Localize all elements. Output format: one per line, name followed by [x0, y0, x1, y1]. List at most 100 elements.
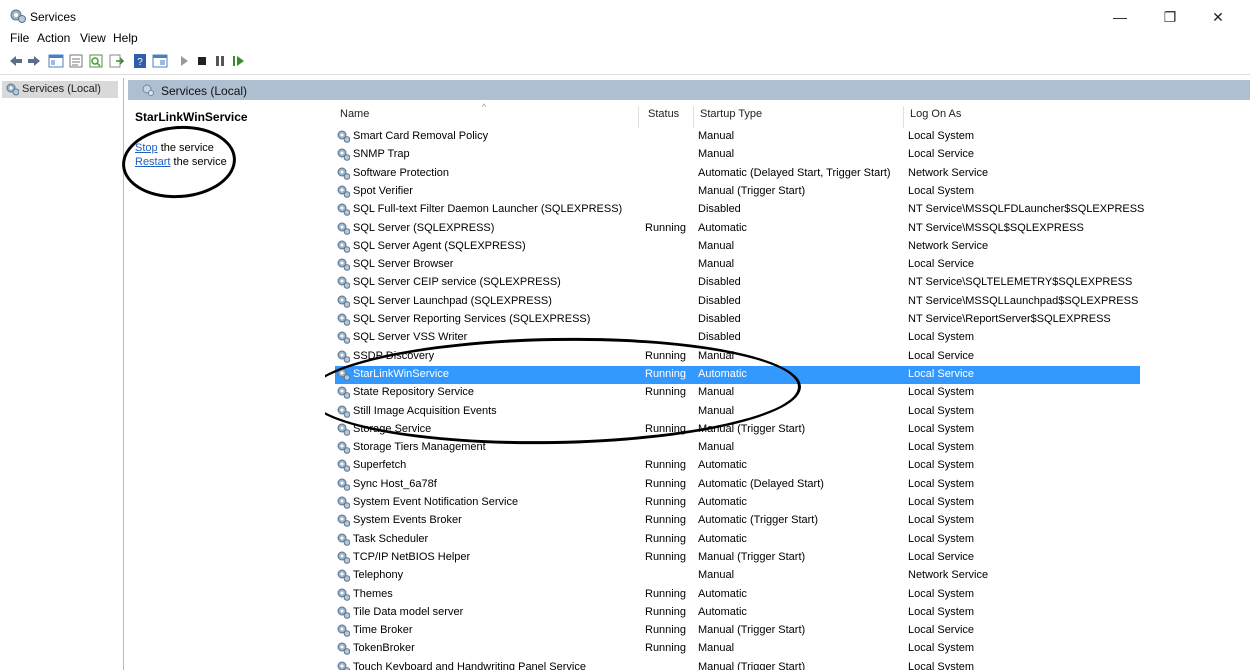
service-gear-icon	[337, 569, 350, 582]
service-row[interactable]: State Repository Service Running Manual Loc…	[335, 384, 1140, 402]
service-row[interactable]: Telephony Manual Network Service	[335, 567, 1140, 585]
service-row[interactable]: StarLinkWinService Running Automatic Local …	[335, 366, 1140, 384]
service-row[interactable]: Touch Keyboard and Handwriting Panel Ser…	[335, 659, 1140, 670]
details-area: Services (Local) StarLinkWinService Stop…	[119, 80, 1250, 670]
service-status: Running	[645, 551, 686, 563]
pane-header: Services (Local)	[128, 80, 1250, 100]
menu-view[interactable]: View	[80, 31, 106, 45]
services-app-icon	[10, 9, 26, 23]
service-name: Themes	[353, 588, 393, 600]
minimize-button[interactable]: —	[1100, 6, 1140, 28]
column-separator[interactable]	[638, 106, 639, 128]
service-startup-type: Disabled	[698, 203, 741, 215]
console-icon[interactable]	[152, 53, 168, 69]
stop-service-line: Stop the service	[135, 142, 214, 154]
service-row[interactable]: Task Scheduler Running Automatic Local Syst…	[335, 531, 1140, 549]
service-startup-type: Manual	[698, 642, 735, 654]
service-row[interactable]: Smart Card Removal Policy Manual Local Sys…	[335, 128, 1140, 146]
properties-icon[interactable]	[68, 53, 84, 69]
menu-action[interactable]: Action	[37, 31, 70, 45]
help-icon[interactable]: ?	[132, 53, 148, 69]
title-bar: Services — ❐ ✕	[0, 0, 1250, 28]
forward-icon[interactable]	[26, 53, 42, 69]
service-startup-type: Manual (Trigger Start)	[698, 185, 806, 197]
column-header-status[interactable]: Status	[648, 108, 679, 128]
restart-service-link[interactable]: Restart	[135, 156, 170, 168]
service-name: Storage Tiers Management	[353, 441, 486, 453]
service-gear-icon	[337, 386, 350, 399]
service-gear-icon	[337, 276, 350, 289]
service-row[interactable]: SQL Server Reporting Services (SQLEXPRES…	[335, 311, 1140, 329]
service-name: Task Scheduler	[353, 533, 429, 545]
service-startup-type: Disabled	[698, 313, 741, 325]
service-log-on-as: Local Service	[908, 350, 975, 362]
stop-service-link[interactable]: Stop	[135, 142, 158, 154]
service-row[interactable]: Superfetch Running Automatic Local System	[335, 457, 1140, 475]
service-status: Running	[645, 533, 686, 545]
column-separator[interactable]	[903, 106, 904, 128]
service-log-on-as: Local System	[908, 459, 975, 471]
service-gear-icon	[337, 167, 350, 180]
service-gear-icon	[337, 313, 350, 326]
service-status: Running	[645, 514, 686, 526]
service-name: Storage Service	[353, 423, 432, 435]
column-header-log-on-as[interactable]: Log On As	[910, 108, 961, 128]
service-row[interactable]: Sync Host_6a78f Running Automatic (Delayed…	[335, 476, 1140, 494]
service-row[interactable]: Still Image Acquisition Events Manual Loca…	[335, 403, 1140, 421]
service-name: SQL Server Reporting Services (SQLEXPRES…	[353, 313, 591, 325]
service-row[interactable]: Tile Data model server Running Automatic Lo…	[335, 604, 1140, 622]
service-row[interactable]: Themes Running Automatic Local System	[335, 586, 1140, 604]
service-row[interactable]: Storage Tiers Management Manual Local Syst…	[335, 439, 1140, 457]
service-row[interactable]: SQL Full-text Filter Daemon Launcher (SQ…	[335, 201, 1144, 219]
service-row[interactable]: Software Protection Automatic (Delayed St…	[335, 165, 1140, 183]
service-row[interactable]: System Event Notification Service Running…	[335, 494, 1140, 512]
export-icon[interactable]	[108, 53, 124, 69]
service-name: SQL Server Launchpad (SQLEXPRESS)	[353, 295, 552, 307]
back-icon[interactable]	[8, 53, 24, 69]
service-status: Running	[645, 222, 686, 234]
column-header-name[interactable]: Name	[340, 108, 369, 128]
maximize-button[interactable]: ❐	[1150, 6, 1190, 28]
menu-help[interactable]: Help	[113, 31, 138, 45]
menu-file[interactable]: File	[10, 31, 29, 45]
service-startup-type: Manual (Trigger Start)	[698, 661, 806, 670]
service-name: SQL Server CEIP service (SQLEXPRESS)	[353, 276, 561, 288]
show-hide-tree-icon[interactable]	[48, 53, 64, 69]
service-startup-type: Disabled	[698, 276, 741, 288]
service-row[interactable]: Spot Verifier Manual (Trigger Start) Local…	[335, 183, 1140, 201]
service-row[interactable]: SSDP Discovery Running Manual Local Service	[335, 348, 1140, 366]
pause-icon[interactable]	[212, 53, 228, 69]
refresh-icon[interactable]	[88, 53, 104, 69]
service-gear-icon	[337, 350, 350, 363]
service-row[interactable]: Storage Service Running Manual (Trigger St…	[335, 421, 1140, 439]
resume-icon[interactable]	[230, 53, 246, 69]
service-row[interactable]: SQL Server (SQLEXPRESS) Running Automatic N…	[335, 220, 1140, 238]
service-row[interactable]: TokenBroker Running Manual Local System	[335, 640, 1140, 658]
service-row[interactable]: System Events Broker Running Automatic (Tr…	[335, 512, 1140, 530]
service-row[interactable]: SQL Server Browser Manual Local Service	[335, 256, 1140, 274]
service-row[interactable]: SNMP Trap Manual Local Service	[335, 146, 1140, 164]
start-icon[interactable]	[176, 53, 192, 69]
service-gear-icon	[337, 130, 350, 143]
service-row[interactable]: SQL Server VSS Writer Disabled Local Syste…	[335, 329, 1140, 347]
close-button[interactable]: ✕	[1198, 6, 1238, 28]
service-row[interactable]: Time Broker Running Manual (Trigger Start)…	[335, 622, 1140, 640]
service-row[interactable]: SQL Server Agent (SQLEXPRESS) Manual Netwo…	[335, 238, 1140, 256]
service-startup-type: Manual	[698, 148, 735, 160]
service-log-on-as: Local System	[908, 331, 975, 343]
tree-item-services-local[interactable]: Services (Local)	[2, 81, 118, 98]
stop-icon[interactable]	[194, 53, 210, 69]
service-row[interactable]: SQL Server CEIP service (SQLEXPRESS) Disa…	[335, 274, 1140, 292]
service-row[interactable]: TCP/IP NetBIOS Helper Running Manual (Trig…	[335, 549, 1140, 567]
service-startup-type: Automatic (Delayed Start, Trigger Start)	[698, 167, 891, 179]
service-gear-icon	[337, 624, 350, 637]
service-name: Spot Verifier	[353, 185, 413, 197]
service-row[interactable]: SQL Server Launchpad (SQLEXPRESS) Disable…	[335, 293, 1140, 311]
service-log-on-as: Local System	[908, 606, 975, 618]
column-separator[interactable]	[693, 106, 694, 128]
service-name: SSDP Discovery	[353, 350, 435, 362]
menu-bar: File Action View Help	[0, 28, 1250, 48]
service-name: SNMP Trap	[353, 148, 410, 160]
column-header-startup-type[interactable]: Startup Type	[700, 108, 762, 128]
service-status: Running	[645, 624, 686, 636]
